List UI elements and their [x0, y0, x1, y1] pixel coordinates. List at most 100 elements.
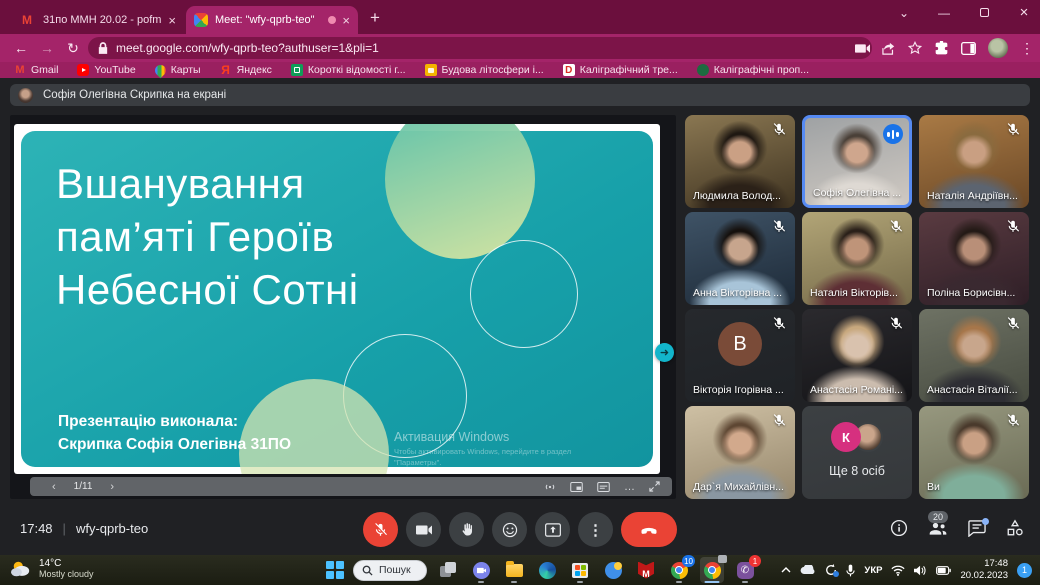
- tab-close-icon[interactable]: ×: [168, 14, 176, 27]
- participant-tile[interactable]: Анастасія Романі...: [802, 309, 912, 402]
- weather-widget[interactable]: 14°C Mostly cloudy: [10, 558, 94, 579]
- share-icon[interactable]: [882, 42, 896, 55]
- gmail-favicon: M: [22, 13, 36, 27]
- collapse-panel-button[interactable]: ➜: [655, 343, 674, 362]
- address-bar[interactable]: meet.google.com/wfy-qprb-teo?authuser=1&…: [88, 37, 872, 59]
- present-icon: [545, 523, 561, 537]
- bookmark-maps[interactable]: Карты: [155, 64, 201, 76]
- side-panel-icon[interactable]: [961, 42, 976, 55]
- camera-in-use-icon[interactable]: [855, 43, 870, 54]
- tab-meet[interactable]: Meet: "wfy-qprb-teo" ×: [186, 6, 358, 34]
- tab-title: Meet: "wfy-qprb-teo": [215, 14, 322, 26]
- presentation-slide: Вшанування пам’яті Героїв Небесної Сотні…: [14, 124, 660, 474]
- mic-off-icon: [1006, 413, 1020, 432]
- bookmark-gmail[interactable]: MGmail: [14, 64, 58, 76]
- back-button[interactable]: ←: [8, 40, 34, 56]
- participant-name: Анна Вікторівна ...: [693, 287, 782, 299]
- tray-mic-icon[interactable]: [846, 564, 855, 577]
- start-button[interactable]: [326, 561, 344, 579]
- leave-call-button[interactable]: [621, 512, 677, 547]
- tab-search-icon[interactable]: ⌄: [896, 6, 912, 20]
- more-options-icon[interactable]: …: [624, 482, 635, 492]
- hand-icon: [460, 522, 474, 537]
- reactions-button[interactable]: [492, 512, 527, 547]
- browser-tab-strip: M 31по ММН 20.02 - pofmb-1-20… × Meet: "…: [0, 0, 1040, 34]
- chat-button[interactable]: [968, 520, 986, 537]
- forward-button[interactable]: →: [34, 40, 60, 56]
- extensions-icon[interactable]: [934, 41, 949, 56]
- file-explorer-button[interactable]: [502, 557, 526, 583]
- taskbar-search[interactable]: Пошук: [353, 560, 427, 581]
- prev-slide-button[interactable]: ‹: [52, 481, 56, 493]
- slide-decor-circle: [470, 240, 578, 348]
- participant-tile[interactable]: BВікторія Ігорівна ...: [685, 309, 795, 402]
- participant-tile[interactable]: Наталія Вікторів...: [802, 212, 912, 305]
- chrome-profile2-button[interactable]: 10: [667, 557, 691, 583]
- window-maximize-button[interactable]: [976, 6, 992, 20]
- profile-avatar[interactable]: [988, 38, 1008, 58]
- activities-button[interactable]: [1006, 519, 1024, 537]
- next-slide-button[interactable]: ›: [110, 481, 114, 493]
- more-options-button[interactable]: ⋮: [578, 512, 613, 547]
- participant-tile[interactable]: Наталія Андріївн...: [919, 115, 1029, 208]
- window-minimize-button[interactable]: —: [936, 6, 952, 20]
- presenting-banner: Софія Олегівна Скрипка на екрані: [10, 84, 1030, 106]
- participant-name: Людмила Волод...: [693, 190, 781, 202]
- battery-icon[interactable]: [936, 566, 951, 575]
- viber-button[interactable]: ✆1: [733, 557, 757, 583]
- wifi-icon[interactable]: [891, 565, 905, 576]
- browser-menu-icon[interactable]: ⋮: [1020, 40, 1034, 57]
- people-button[interactable]: 20: [928, 520, 948, 536]
- bookmark-sheets[interactable]: Короткі відомості г...: [291, 64, 406, 76]
- maps-pin-icon: [152, 62, 168, 78]
- onedrive-icon[interactable]: [800, 565, 816, 575]
- mcafee-button[interactable]: M: [634, 557, 658, 583]
- new-tab-button[interactable]: +: [370, 8, 380, 28]
- volume-icon[interactable]: [914, 565, 927, 576]
- bookmark-youtube[interactable]: YouTube: [77, 64, 135, 76]
- microsoft-store-button[interactable]: [568, 557, 592, 583]
- edge-button[interactable]: [535, 557, 559, 583]
- mic-mute-button[interactable]: [363, 512, 398, 547]
- people-count-badge: 20: [928, 511, 948, 523]
- camera-button[interactable]: [406, 512, 441, 547]
- participant-tile[interactable]: Людмила Волод...: [685, 115, 795, 208]
- tab-title: 31по ММН 20.02 - pofmb-1-20…: [43, 14, 162, 26]
- participant-tile[interactable]: Анна Вікторівна ...: [685, 212, 795, 305]
- participant-tile[interactable]: Софія Олегівна ...: [802, 115, 912, 208]
- task-view-button[interactable]: [436, 557, 460, 583]
- video-app-button[interactable]: [469, 557, 493, 583]
- bookmark-docs[interactable]: DКаліграфічний тре...: [563, 64, 678, 76]
- widgets-button[interactable]: [601, 557, 625, 583]
- participant-tile[interactable]: Анастасія Віталії...: [919, 309, 1029, 402]
- present-button[interactable]: [535, 512, 570, 547]
- captions-icon[interactable]: [597, 482, 610, 492]
- chrome-active-button[interactable]: [700, 557, 724, 583]
- window-close-button[interactable]: ×: [1016, 4, 1032, 21]
- bookmark-green[interactable]: Каліграфічні проп...: [697, 64, 809, 76]
- mic-off-icon: [373, 522, 388, 537]
- language-indicator[interactable]: УКР: [864, 565, 882, 576]
- bookmark-star-icon[interactable]: [908, 41, 922, 55]
- tab-gmail[interactable]: M 31по ММН 20.02 - pofmb-1-20… ×: [14, 6, 184, 34]
- notification-badge[interactable]: 1: [1017, 563, 1032, 578]
- shared-screen-region[interactable]: Вшанування пам’яті Героїв Небесної Сотні…: [10, 115, 676, 499]
- participant-tile[interactable]: Ви: [919, 406, 1029, 499]
- tab-close-icon[interactable]: ×: [342, 14, 350, 27]
- tray-chevron-icon[interactable]: [781, 567, 791, 573]
- meeting-info-button[interactable]: [890, 519, 908, 537]
- participant-tile[interactable]: КЩе 8 осіб: [802, 406, 912, 499]
- audio-broadcast-icon[interactable]: [544, 482, 556, 492]
- fullscreen-icon[interactable]: [649, 481, 660, 492]
- taskbar-clock[interactable]: 17:48 20.02.2023: [960, 558, 1008, 582]
- participant-tile[interactable]: Дар`я Михайлівн...: [685, 406, 795, 499]
- picture-in-picture-icon[interactable]: [570, 482, 583, 492]
- reload-button[interactable]: ↻: [60, 40, 86, 57]
- raise-hand-button[interactable]: [449, 512, 484, 547]
- participant-tile[interactable]: Поліна Борисівн...: [919, 212, 1029, 305]
- search-icon: [362, 565, 373, 576]
- bookmark-yellow-doc[interactable]: Будова літосфери і...: [425, 64, 544, 76]
- meeting-time: 17:48: [20, 521, 53, 536]
- sync-icon[interactable]: [825, 564, 837, 576]
- bookmark-yandex[interactable]: ЯЯндекс: [220, 64, 272, 76]
